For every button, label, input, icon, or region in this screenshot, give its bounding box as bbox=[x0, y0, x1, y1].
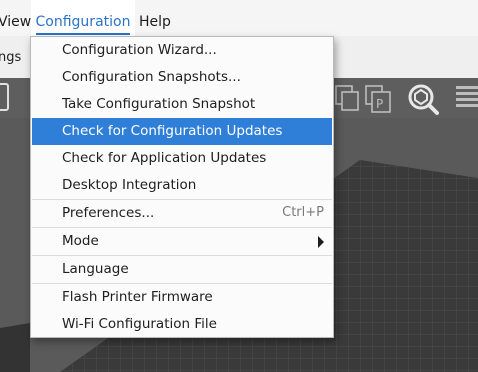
menu-item-label: Check for Configuration Updates bbox=[62, 123, 283, 139]
menu-item-label: Desktop Integration bbox=[62, 177, 197, 193]
tab-settings-partial[interactable]: ngs bbox=[0, 50, 21, 65]
menu-item-label: Configuration Wizard... bbox=[62, 42, 217, 58]
menu-item-preferences[interactable]: Preferences... Ctrl+P bbox=[32, 200, 332, 227]
menu-configuration-label: Configuration bbox=[35, 14, 131, 35]
menu-view[interactable]: View bbox=[0, 0, 31, 36]
configuration-menu-dropdown: Configuration Wizard... Configuration Sn… bbox=[30, 36, 334, 338]
menu-item-flash-printer-firmware[interactable]: Flash Printer Firmware bbox=[32, 284, 332, 311]
menu-help[interactable]: Help bbox=[139, 0, 171, 36]
menu-item-label: Language bbox=[62, 261, 129, 277]
menu-item-take-configuration-snapshot[interactable]: Take Configuration Snapshot bbox=[32, 91, 332, 118]
menu-help-label: Help bbox=[139, 14, 171, 30]
layers-icon[interactable] bbox=[454, 84, 478, 114]
search-icon[interactable] bbox=[402, 80, 442, 116]
menu-item-label: Preferences... bbox=[62, 205, 155, 221]
paste-icon[interactable]: P bbox=[364, 82, 392, 114]
menu-item-shortcut: Ctrl+P bbox=[282, 205, 324, 220]
menu-item-configuration-wizard[interactable]: Configuration Wizard... bbox=[32, 37, 332, 64]
menu-item-mode[interactable]: Mode bbox=[32, 228, 332, 255]
menu-item-check-application-updates[interactable]: Check for Application Updates bbox=[32, 145, 332, 172]
menu-configuration[interactable]: Configuration bbox=[31, 0, 135, 36]
menu-item-label: Take Configuration Snapshot bbox=[62, 96, 256, 112]
menu-item-configuration-snapshots[interactable]: Configuration Snapshots... bbox=[32, 64, 332, 91]
svg-text:P: P bbox=[376, 97, 383, 111]
menu-item-label: Flash Printer Firmware bbox=[62, 289, 213, 305]
menu-item-desktop-integration[interactable]: Desktop Integration bbox=[32, 172, 332, 199]
menu-view-label: View bbox=[0, 14, 32, 30]
menu-item-wifi-configuration-file[interactable]: Wi-Fi Configuration File bbox=[32, 311, 332, 338]
menu-bar: View Configuration Help bbox=[0, 0, 478, 36]
menu-item-label: Wi-Fi Configuration File bbox=[62, 316, 217, 332]
print-plate-icon[interactable] bbox=[0, 82, 12, 114]
submenu-arrow-icon bbox=[318, 236, 324, 248]
menu-item-check-configuration-updates[interactable]: Check for Configuration Updates bbox=[32, 118, 332, 145]
menu-item-label: Mode bbox=[62, 233, 99, 249]
menu-item-language[interactable]: Language bbox=[32, 256, 332, 283]
copy-icon[interactable] bbox=[334, 82, 360, 114]
menu-item-label: Configuration Snapshots... bbox=[62, 69, 241, 85]
menu-item-label: Check for Application Updates bbox=[62, 150, 267, 166]
